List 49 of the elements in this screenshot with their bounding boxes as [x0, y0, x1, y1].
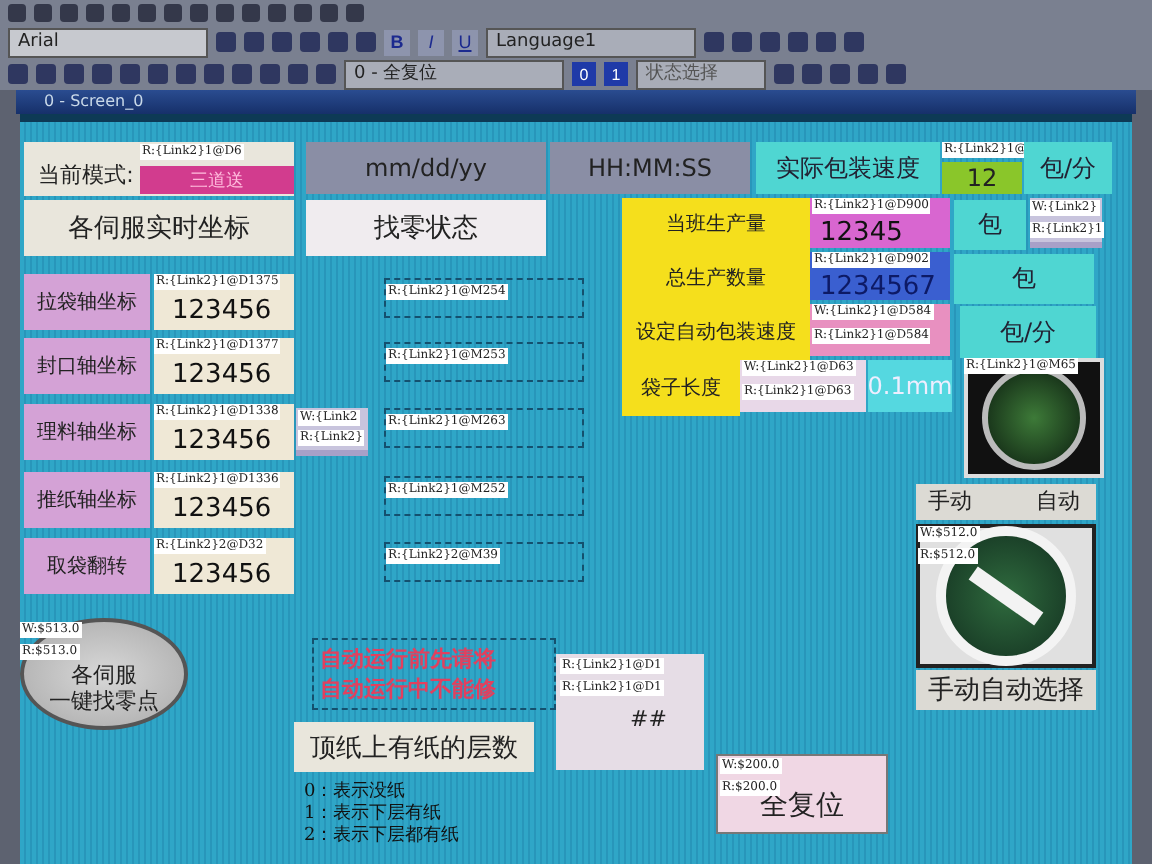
language-dropdown[interactable]: Language1	[486, 27, 696, 57]
speed-unit: 包/分	[1024, 142, 1112, 194]
unit-label: 0.1mm	[868, 360, 952, 412]
display-value: ##	[630, 706, 667, 732]
format-button[interactable]: I	[418, 29, 444, 55]
selector-caption: 手动自动选择	[916, 670, 1096, 710]
legend-text: 0：表示没纸	[304, 779, 406, 803]
unit-label: 包/分	[960, 306, 1096, 358]
axis-label: 拉袋轴坐标	[24, 274, 150, 330]
production-value: 1234567	[820, 274, 936, 302]
speed-label: 实际包装速度	[756, 142, 940, 194]
production-label: 总生产数量	[622, 252, 810, 304]
layers-label: 顶纸上有纸的层数	[294, 722, 534, 772]
axis-label: 推纸轴坐标	[24, 472, 150, 528]
window-title: 0 - Screen_0	[44, 92, 144, 112]
axis-value: 123456	[172, 362, 272, 390]
axis-value: 123456	[172, 562, 272, 590]
legend-text: 1：表示下层有纸	[304, 801, 442, 825]
format-button[interactable]: B	[384, 29, 410, 55]
warning-text: 自动运行前先请将	[320, 644, 496, 674]
date-display: mm/dd/yy	[306, 142, 546, 194]
legend-text: 2：表示下层都有纸	[304, 823, 460, 848]
state-button[interactable]: 1	[604, 62, 628, 86]
production-label: 当班生产量	[622, 198, 810, 252]
production-label: 设定自动包装速度	[622, 304, 810, 360]
axis-label: 理料轴坐标	[24, 404, 150, 460]
speed-value: 12	[942, 162, 1022, 194]
auto-label: 自动	[1036, 486, 1080, 516]
axis-value: 123456	[172, 496, 272, 524]
mode-label: 当前模式:	[36, 159, 136, 190]
format-button[interactable]: U	[452, 29, 478, 55]
manual-label: 手动	[928, 486, 972, 516]
font-dropdown[interactable]: Arial	[8, 27, 208, 57]
homing-header: 找零状态	[306, 200, 546, 256]
production-value: 12345	[820, 220, 903, 248]
servo-header: 各伺服实时坐标	[24, 200, 294, 256]
axis-value: 123456	[172, 298, 272, 326]
unit-label: 包	[954, 200, 1026, 250]
production-label: 袋子长度	[622, 360, 740, 416]
selector-switch[interactable]	[916, 524, 1096, 668]
axis-label: 取袋翻转	[24, 538, 150, 594]
warning-text: 自动运行中不能修	[320, 674, 496, 704]
time-display: HH:MM:SS	[550, 142, 750, 194]
mode-value: 三道送	[140, 166, 294, 194]
state-button[interactable]: 0	[572, 62, 596, 86]
state-dropdown[interactable]: 0 - 全复位	[344, 59, 564, 89]
axis-label: 封口轴坐标	[24, 338, 150, 394]
unit-label: 包	[954, 254, 1094, 304]
axis-value: 123456	[172, 428, 272, 456]
